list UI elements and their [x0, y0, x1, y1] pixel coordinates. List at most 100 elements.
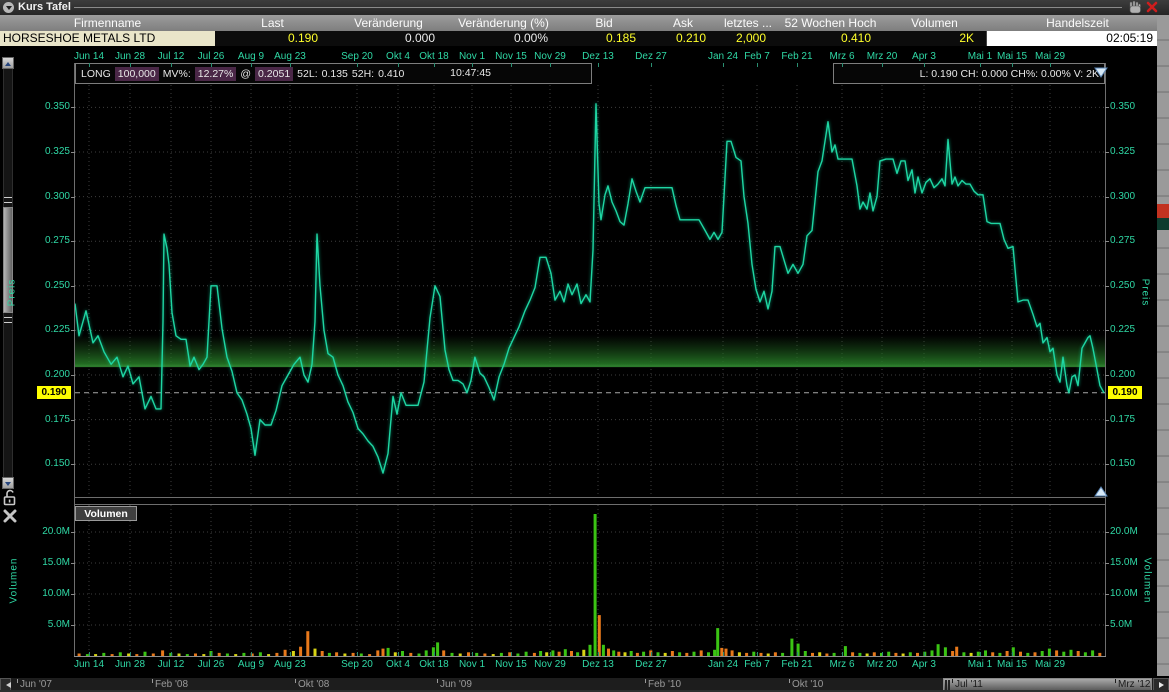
column-header[interactable]: Volumen: [883, 15, 986, 31]
unlock-icon[interactable]: [3, 488, 17, 506]
date-tick-mark-top: [434, 63, 435, 67]
price-tick-left: [71, 107, 75, 108]
price-axis-label-right: 0.350: [1110, 101, 1152, 112]
trade-time-field[interactable]: 02:05:19: [986, 31, 1159, 46]
volume-chart[interactable]: [75, 505, 1105, 656]
date-tick-mark-bottom: [251, 652, 252, 656]
price-axis-label-left: 0.250: [28, 280, 70, 291]
price-chart[interactable]: [75, 85, 1105, 497]
right-scroll-strip[interactable]: [1157, 15, 1169, 676]
avg-cost-value: 0.2051: [255, 67, 293, 81]
price-axis-label-right: 0.225: [1110, 324, 1152, 335]
ask-cell: 0.210: [648, 31, 718, 46]
date-tick-label-bottom: Dez 13: [568, 659, 628, 670]
close-icon[interactable]: [1146, 1, 1158, 13]
date-tick-mark-top: [511, 63, 512, 67]
date-tick-mark-top: [980, 63, 981, 67]
panel-titlebar: Kurs Tafel: [0, 0, 1169, 15]
x-axis-line: [74, 656, 1106, 657]
date-tick-mark-bottom: [472, 652, 473, 656]
date-tick-label-bottom: Aug 23: [260, 659, 320, 670]
range-year-label: Feb '08: [155, 679, 188, 690]
price-axis-label-left: 0.300: [28, 191, 70, 202]
volume-tick-right: [1105, 625, 1109, 626]
position-quantity: 100,000: [115, 67, 159, 81]
column-header[interactable]: Last: [215, 15, 330, 31]
price-axis-label-right: 0.150: [1110, 458, 1152, 469]
date-tick-mark-top: [757, 63, 758, 67]
date-tick-mark-bottom: [290, 652, 291, 656]
volume-axis-label-left: 10.0M: [28, 588, 70, 599]
range-year-label: Okt '10: [792, 679, 823, 690]
range-tick: [789, 679, 790, 683]
price-tick-right: [1105, 464, 1109, 465]
date-tick-mark-bottom: [1050, 652, 1051, 656]
range-tick: [437, 679, 438, 683]
last-size-cell: 2,000: [718, 31, 778, 46]
price-tick-right: [1105, 241, 1109, 242]
volume-tick-left: [71, 594, 75, 595]
date-tick-mark-bottom: [924, 652, 925, 656]
column-header[interactable]: 52 Wochen Hoch: [778, 15, 883, 31]
price-axis-label-right: 0.300: [1110, 191, 1152, 202]
range-year-label: Jul '11: [955, 679, 983, 690]
l52-label: 52L:: [297, 68, 317, 80]
volume-cell: 2K: [883, 31, 986, 46]
quote-table-row[interactable]: HORSESHOE METALS LTD 0.190 0.000 0.00% 0…: [0, 31, 1169, 46]
volume-tick-left: [71, 563, 75, 564]
range-year-label: Jun '07: [20, 679, 52, 690]
position-info-box: LONG 100,000 MV%: 12.27% @ 0.2051 52L: 0…: [75, 63, 592, 84]
date-tick-mark-bottom: [980, 652, 981, 656]
date-tick-mark-bottom: [1012, 652, 1013, 656]
volume-tick-left: [71, 625, 75, 626]
date-tick-mark-top: [251, 63, 252, 67]
range-tick: [152, 679, 153, 683]
column-header[interactable]: letztes ...: [718, 15, 778, 31]
column-header[interactable]: Veränderung: [330, 15, 447, 31]
date-tick-label-top: Dez 13: [568, 51, 628, 62]
price-axis-label-right: 0.200: [1110, 369, 1152, 380]
column-header[interactable]: Firmenname: [0, 15, 215, 31]
date-tick-mark-top: [882, 63, 883, 67]
column-header[interactable]: Veränderung (%): [447, 15, 560, 31]
range-tick: [1115, 679, 1116, 683]
remove-chart-icon[interactable]: [3, 509, 17, 523]
date-tick-label-top: Mai 29: [1020, 51, 1080, 62]
time-range-scrollbar[interactable]: Jun '07Feb '08Okt '08Jun '09Feb '10Okt '…: [0, 677, 1169, 691]
volume-axis-label-right: 20.0M: [1110, 526, 1152, 537]
panel-title: Kurs Tafel: [18, 1, 71, 13]
date-tick-mark-top: [598, 63, 599, 67]
date-tick-mark-bottom: [89, 652, 90, 656]
date-tick-mark-bottom: [842, 652, 843, 656]
price-tick-right: [1105, 420, 1109, 421]
price-tick-right: [1105, 197, 1109, 198]
price-axis-label-left: 0.350: [28, 101, 70, 112]
pane-collapse-bottom-icon[interactable]: [1094, 486, 1108, 497]
price-tick-left: [71, 197, 75, 198]
volume-tick-left: [71, 532, 75, 533]
volume-tick-right: [1105, 563, 1109, 564]
range-year-label: Okt '08: [298, 679, 329, 690]
drag-handle-icon[interactable]: [1128, 1, 1141, 14]
scrollbar-grip-bottom: [4, 317, 12, 323]
collapse-panel-icon[interactable]: [3, 2, 14, 13]
bid-cell: 0.185: [560, 31, 648, 46]
date-tick-mark-bottom: [797, 652, 798, 656]
company-name-cell[interactable]: HORSESHOE METALS LTD: [0, 31, 215, 46]
range-year-label: Jun '09: [440, 679, 472, 690]
pane-collapse-top-icon[interactable]: [1094, 67, 1108, 78]
date-tick-mark-top: [130, 63, 131, 67]
scroll-up-button[interactable]: [2, 57, 14, 69]
date-tick-mark-bottom: [434, 652, 435, 656]
date-tick-mark-top: [797, 63, 798, 67]
column-header[interactable]: Ask: [648, 15, 718, 31]
price-axis-label-right: 0.175: [1110, 414, 1152, 425]
column-header[interactable]: Handelszeit: [986, 15, 1169, 31]
date-tick-mark-bottom: [651, 652, 652, 656]
column-header[interactable]: Bid: [560, 15, 648, 31]
last-price-cell: 0.190: [215, 31, 330, 46]
date-tick-mark-bottom: [357, 652, 358, 656]
date-tick-mark-top: [924, 63, 925, 67]
date-tick-mark-top: [1050, 63, 1051, 67]
date-tick-mark-top: [357, 63, 358, 67]
